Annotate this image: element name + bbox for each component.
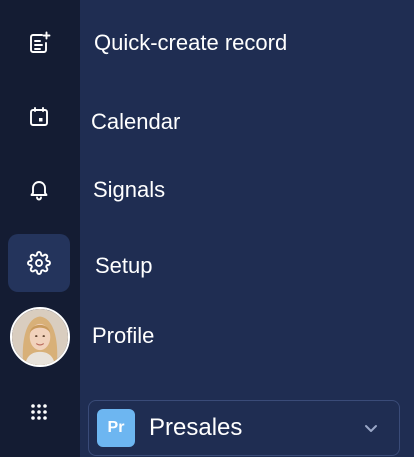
menu-item-quick-create[interactable]: Quick-create record xyxy=(94,20,287,66)
calendar-button[interactable] xyxy=(8,88,70,146)
quick-create-button[interactable] xyxy=(8,14,70,72)
chevron-down-icon xyxy=(361,418,381,438)
quick-create-icon xyxy=(30,31,51,53)
calendar-icon xyxy=(30,107,48,126)
gear-icon xyxy=(27,251,51,275)
menu-item-label: Profile xyxy=(92,323,155,348)
app-grid-icon xyxy=(31,404,47,420)
menu-item-label: Setup xyxy=(95,253,153,278)
org-name: Presales xyxy=(149,414,243,441)
menu-item-label: Quick-create record xyxy=(94,30,288,55)
icon-rail xyxy=(0,0,80,457)
app-launcher-button[interactable] xyxy=(8,383,70,441)
bell-icon xyxy=(30,181,48,201)
setup-button[interactable] xyxy=(8,234,70,292)
menu-item-profile[interactable]: Profile xyxy=(92,313,154,359)
menu-panel xyxy=(80,0,414,457)
menu-item-signals[interactable]: Signals xyxy=(93,167,165,213)
menu-item-label: Calendar xyxy=(91,109,181,134)
navigation-menu: Quick-create record Calendar Signals Set… xyxy=(0,0,414,457)
menu-item-calendar[interactable]: Calendar xyxy=(91,99,180,145)
profile-photo xyxy=(12,309,68,365)
menu-item-label: Signals xyxy=(93,177,166,202)
org-switcher[interactable]: Pr Presales xyxy=(88,400,400,456)
menu-item-setup[interactable]: Setup xyxy=(95,243,153,289)
signals-button[interactable] xyxy=(8,160,70,218)
avatar[interactable] xyxy=(10,307,70,367)
org-badge: Pr xyxy=(97,409,135,447)
